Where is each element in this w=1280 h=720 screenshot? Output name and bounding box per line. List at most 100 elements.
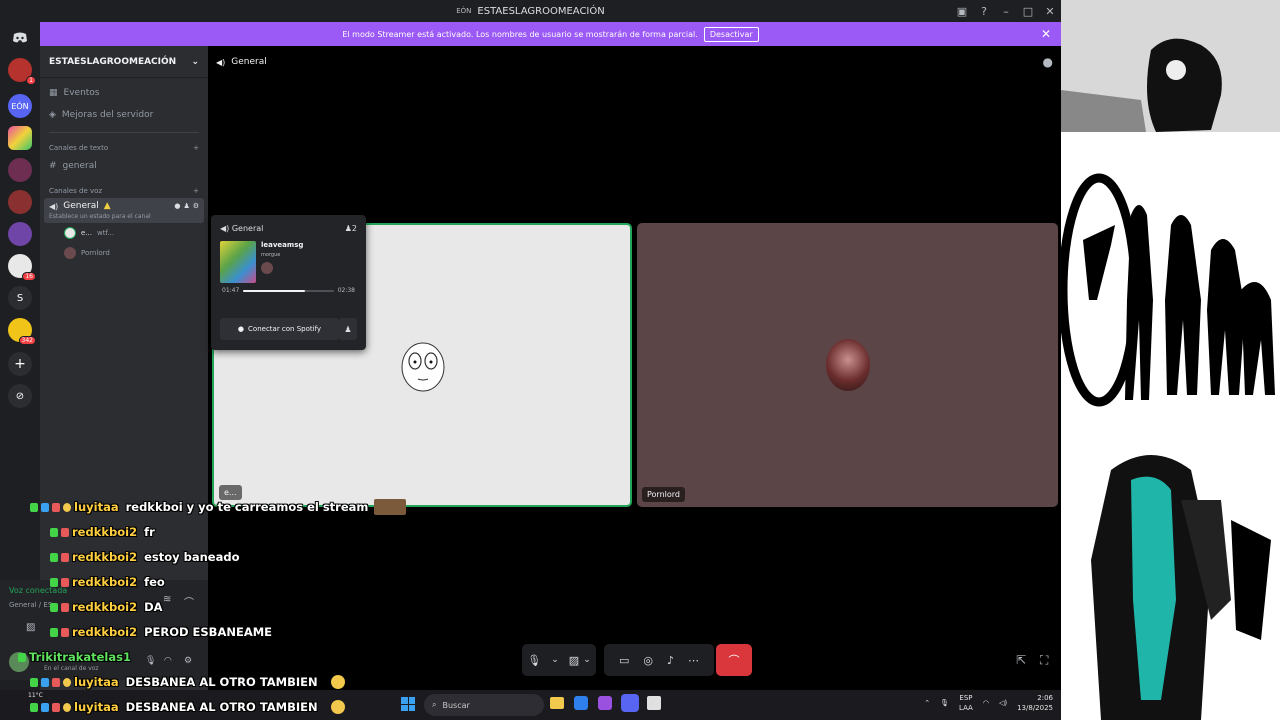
popup-title-text: General <box>231 224 264 233</box>
events-label: Eventos <box>63 88 100 98</box>
participant-tile[interactable]: Pornlord <box>637 223 1058 507</box>
file-explorer-icon[interactable] <box>550 697 564 709</box>
activities-icon[interactable]: ◎ <box>643 654 653 667</box>
close-window-button[interactable]: ✕ <box>1039 5 1061 18</box>
popout-icon[interactable]: ⇱ <box>1016 653 1026 667</box>
screen-share-icon[interactable]: ▭ <box>619 654 629 667</box>
invite-icon[interactable]: ♟ <box>339 318 357 340</box>
server-icon[interactable]: 342 <box>8 318 36 345</box>
server-icon[interactable]: 16 <box>8 254 36 281</box>
hangup-button[interactable]: ⌒ <box>716 644 752 676</box>
inbox-icon[interactable]: ▣ <box>951 5 973 18</box>
chevron-down-icon[interactable]: ⌄ <box>551 655 559 665</box>
add-channel-icon[interactable]: + <box>193 187 199 195</box>
headphones-icon[interactable]: ◠ <box>164 656 172 666</box>
badge-icon <box>63 502 71 512</box>
chevron-down-icon: ⌄ <box>191 56 199 67</box>
app-icon[interactable] <box>647 696 661 710</box>
maximize-button[interactable]: □ <box>1017 5 1039 18</box>
minimize-button[interactable]: – <box>995 5 1017 18</box>
fullscreen-icon[interactable]: ⛶ <box>1040 653 1048 668</box>
add-channel-icon[interactable]: + <box>193 144 199 152</box>
badge-icon <box>50 552 58 562</box>
voice-user[interactable]: Pornlord <box>40 243 208 263</box>
text-channel-label: general <box>62 161 97 171</box>
volume-icon[interactable]: ◁) <box>999 699 1007 707</box>
chat-message: redkkboi2 DA <box>50 596 163 618</box>
gear-icon[interactable]: ⚙ <box>184 656 192 666</box>
disconnect-icon[interactable]: ⌒ <box>184 594 194 609</box>
server-eon-icon[interactable]: EÓN <box>8 94 32 118</box>
elapsed-time: 01:47 <box>222 287 240 294</box>
app-icon[interactable] <box>598 696 612 710</box>
discover-icon[interactable]: ⊘ <box>8 384 32 408</box>
album-cover <box>220 241 256 283</box>
voice-channel-general[interactable]: ◀) General ▲ ● ♟ ⚙ Establece un estado p… <box>44 198 204 223</box>
mic-icon[interactable]: 🎙 <box>145 656 156 666</box>
close-icon[interactable]: ✕ <box>1041 27 1051 41</box>
chat-text: redkkboi y yo te carreamos el stream <box>125 500 369 514</box>
chat-username: redkkboi2 <box>72 550 138 564</box>
server-icon[interactable]: 1 <box>8 58 36 85</box>
badge-icon <box>52 677 60 687</box>
discord-home-icon[interactable] <box>8 26 32 50</box>
camera-off-icon[interactable]: ▨ <box>569 654 579 667</box>
noise-suppression-icon[interactable]: ≋ <box>163 594 171 605</box>
clock[interactable]: 2:06 13/8/2025 <box>1017 693 1053 713</box>
server-eon-label: EÓN <box>11 101 29 111</box>
badge-icon <box>63 677 71 687</box>
soundboard-icon[interactable]: ♪ <box>667 654 674 667</box>
clock-time: 2:06 <box>1037 694 1053 702</box>
voice-connected-channel[interactable]: General / ES <box>9 601 52 609</box>
add-server-icon[interactable]: + <box>8 352 32 376</box>
help-icon[interactable]: ? <box>973 5 995 18</box>
gear-icon[interactable]: ⚙ <box>193 202 199 210</box>
chat-icon[interactable]: ● <box>1043 55 1053 69</box>
channel-general[interactable]: # general <box>40 155 208 177</box>
voice-category-label: Canales de voz <box>49 187 103 195</box>
voice-user[interactable]: e... wtf... <box>40 223 208 243</box>
mic-control[interactable]: 🎙 ⌄ ▨ ⌄ <box>522 644 596 676</box>
text-category[interactable]: Canales de texto + <box>40 141 208 155</box>
chat-message: redkkboi2 estoy baneado <box>50 546 240 568</box>
mic-icon[interactable]: 🎙 <box>527 654 541 667</box>
boosts-link[interactable]: ◈ Mejoras del servidor <box>40 104 208 126</box>
server-icon[interactable] <box>8 126 32 150</box>
events-link[interactable]: ▦ Eventos <box>40 82 208 104</box>
connect-spotify-button[interactable]: ● Conectar con Spotify <box>220 318 339 340</box>
emote-icon <box>330 700 345 714</box>
chevron-down-icon[interactable]: ⌄ <box>583 655 591 665</box>
mic-icon[interactable]: 🎙 <box>940 699 949 707</box>
server-header[interactable]: ESTAESLAGROOMEACIÓN ⌄ <box>40 46 208 78</box>
server-icon[interactable] <box>8 222 32 246</box>
badge-icon <box>61 552 69 562</box>
voice-status-hint[interactable]: Establece un estado para el canal <box>49 213 199 220</box>
server-icon[interactable] <box>8 190 32 214</box>
badge-icon <box>50 627 58 637</box>
banner-text: El modo Streamer está activado. Los nomb… <box>342 29 698 39</box>
activity-controls: ▭ ◎ ♪ ⋯ <box>604 644 714 676</box>
badge-icon <box>18 652 26 662</box>
windows-start-icon[interactable] <box>401 697 415 711</box>
chat-message: luyitaa DESBANEA AL OTRO TAMBIEN <box>30 671 345 693</box>
chevron-up-icon[interactable]: ⌃ <box>924 699 930 707</box>
chat-username: redkkboi2 <box>72 600 138 614</box>
language-indicator[interactable]: ESP LAA <box>959 693 973 713</box>
voice-category[interactable]: Canales de voz + <box>40 184 208 198</box>
add-member-icon[interactable]: ♟ <box>183 202 189 210</box>
chat-icon[interactable]: ● <box>174 202 180 210</box>
lang-secondary: LAA <box>959 704 973 712</box>
overlay-artwork <box>1061 0 1280 720</box>
app-icon[interactable] <box>574 696 588 710</box>
member-count-value: 2 <box>351 224 357 233</box>
unread-badge: 16 <box>22 272 36 281</box>
deactivate-button[interactable]: Desactivar <box>703 26 759 42</box>
more-icon[interactable]: ⋯ <box>688 654 699 667</box>
server-icon[interactable] <box>8 158 32 182</box>
server-s-icon[interactable]: S <box>8 286 32 310</box>
camera-off-icon[interactable]: ▨ <box>26 622 35 633</box>
channel-title: General <box>231 57 267 67</box>
discord-taskbar-icon[interactable] <box>621 694 639 712</box>
wifi-icon[interactable]: ◠ <box>983 699 989 707</box>
taskbar-search[interactable]: ⌕ Buscar <box>424 694 544 716</box>
